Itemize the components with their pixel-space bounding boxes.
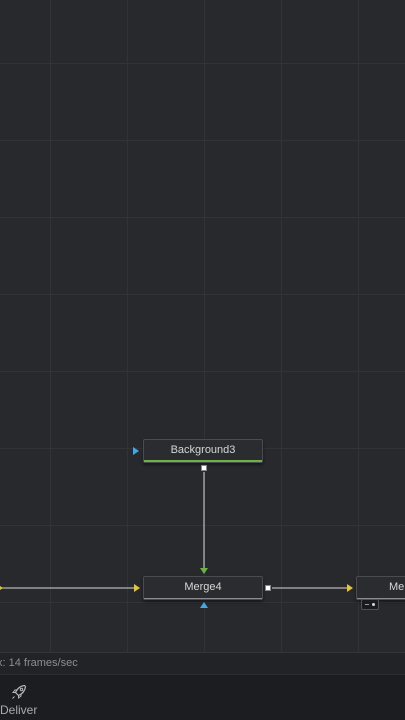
connection-wires: [0, 472, 348, 589]
partial-node-input[interactable]: [347, 584, 353, 592]
background3-output-port[interactable]: [201, 465, 207, 471]
node-editor-canvas[interactable]: Background3 Merge4 Me: [0, 0, 405, 652]
deliver-label: Deliver: [0, 703, 38, 717]
node-merge4[interactable]: Merge4: [143, 576, 263, 600]
rocket-icon: [11, 684, 27, 700]
merge4-foreground-input[interactable]: [200, 568, 208, 574]
merge4-background-input[interactable]: [134, 584, 140, 592]
merge4-output-port[interactable]: [265, 585, 271, 591]
node-color-stripe: [144, 598, 262, 599]
playback-rate-status: x: 14 frames/sec: [0, 657, 78, 669]
node-merge-partial[interactable]: Me: [356, 576, 405, 600]
node-background3[interactable]: Background3: [143, 439, 263, 463]
merge4-effect-mask-input[interactable]: [200, 602, 208, 608]
deliver-page-button[interactable]: Deliver: [0, 679, 44, 719]
node-color-stripe: [144, 460, 262, 462]
view-indicator-icon[interactable]: [361, 599, 379, 610]
status-bar: x: 14 frames/sec: [0, 652, 405, 674]
offscreen-wire-arrow: [0, 584, 3, 592]
node-label: Me: [389, 581, 405, 593]
page-navigation-bar: Deliver: [0, 674, 405, 720]
background3-input-port[interactable]: [133, 447, 139, 455]
node-label: Background3: [170, 444, 236, 456]
node-label: Merge4: [184, 581, 222, 593]
